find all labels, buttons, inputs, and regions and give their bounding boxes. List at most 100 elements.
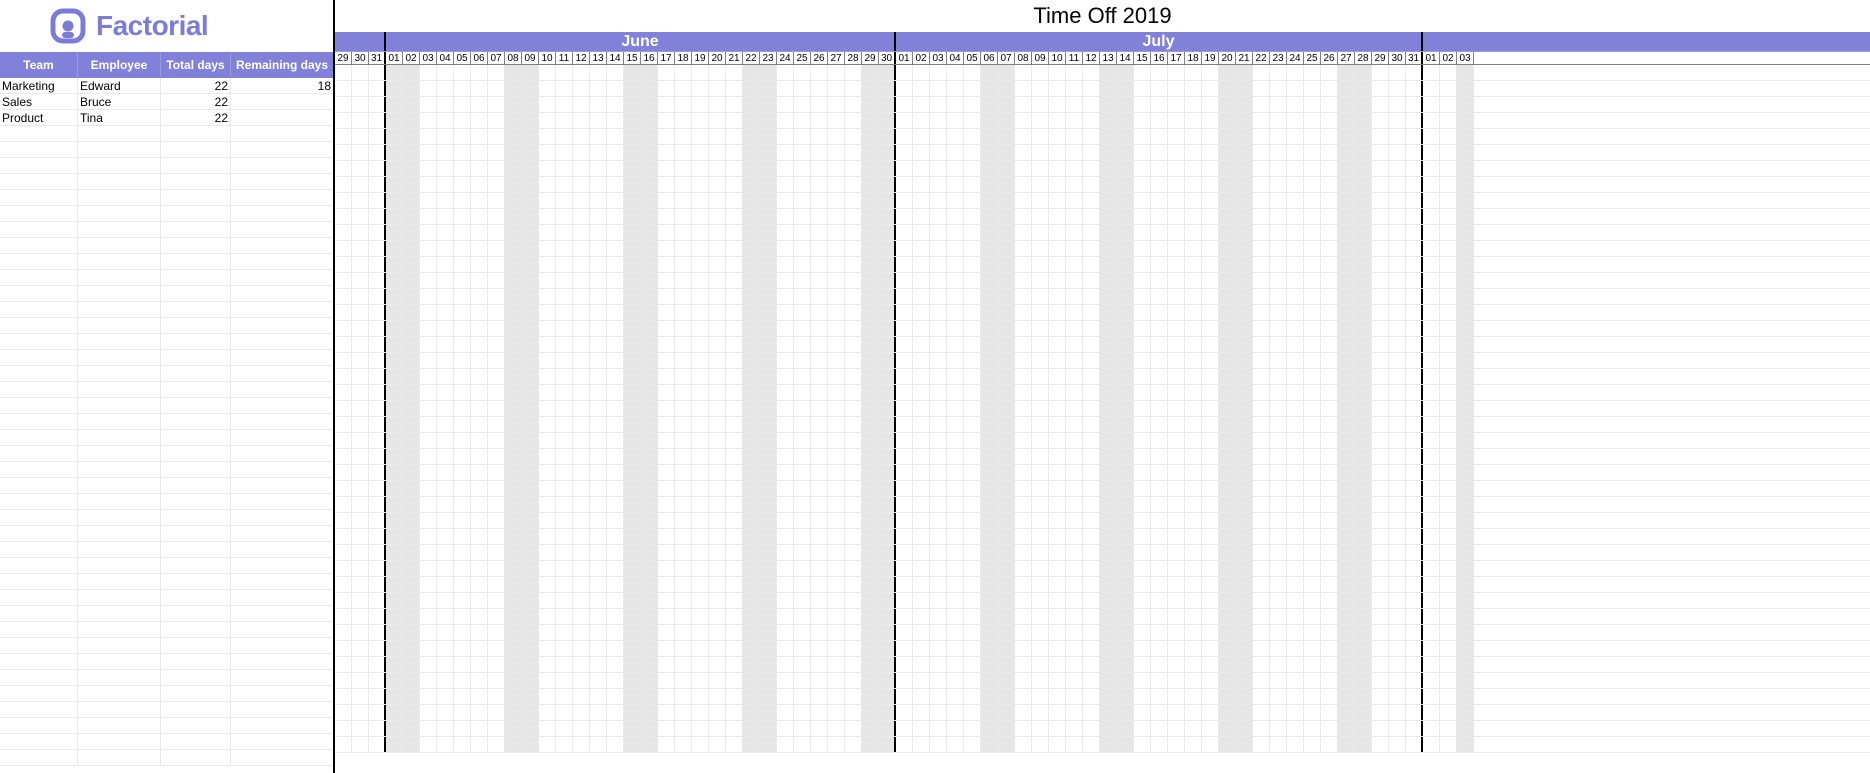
- calendar-cell[interactable]: [1389, 513, 1406, 528]
- calendar-cell[interactable]: [913, 193, 930, 208]
- table-row[interactable]: [0, 286, 333, 302]
- calendar-cell[interactable]: [1219, 305, 1236, 320]
- calendar-cell[interactable]: [964, 193, 981, 208]
- calendar-cell[interactable]: [1015, 289, 1032, 304]
- calendar-cell[interactable]: [1236, 337, 1253, 352]
- calendar-cell[interactable]: [386, 97, 403, 112]
- calendar-cell[interactable]: [1151, 609, 1168, 624]
- calendar-cell[interactable]: [386, 433, 403, 448]
- calendar-cell[interactable]: [624, 385, 641, 400]
- cell-employee[interactable]: [78, 238, 161, 253]
- calendar-cell[interactable]: [1389, 721, 1406, 736]
- calendar-cell[interactable]: [1321, 513, 1338, 528]
- calendar-cell[interactable]: [1270, 721, 1287, 736]
- calendar-cell[interactable]: [1083, 129, 1100, 144]
- calendar-cell[interactable]: [1134, 433, 1151, 448]
- calendar-cell[interactable]: [1304, 433, 1321, 448]
- calendar-cell[interactable]: [845, 321, 862, 336]
- calendar-cell[interactable]: [420, 449, 437, 464]
- calendar-cell[interactable]: [420, 241, 437, 256]
- calendar-cell[interactable]: [471, 337, 488, 352]
- calendar-cell[interactable]: [1049, 449, 1066, 464]
- calendar-cell[interactable]: [1287, 353, 1304, 368]
- calendar-cell[interactable]: [998, 449, 1015, 464]
- cell-total[interactable]: [161, 430, 231, 445]
- calendar-cell[interactable]: [641, 177, 658, 192]
- calendar-cell[interactable]: [403, 81, 420, 96]
- cell-team[interactable]: [0, 702, 78, 717]
- calendar-cell[interactable]: [811, 481, 828, 496]
- calendar-cell[interactable]: [539, 193, 556, 208]
- calendar-cell[interactable]: [403, 145, 420, 160]
- calendar-cell[interactable]: [1015, 353, 1032, 368]
- calendar-cell[interactable]: [556, 561, 573, 576]
- calendar-cell[interactable]: [998, 561, 1015, 576]
- calendar-cell[interactable]: [709, 737, 726, 752]
- calendar-cell[interactable]: [1287, 65, 1304, 80]
- calendar-cell[interactable]: [998, 305, 1015, 320]
- calendar-cell[interactable]: [1253, 209, 1270, 224]
- calendar-cell[interactable]: [1440, 513, 1457, 528]
- calendar-cell[interactable]: [471, 225, 488, 240]
- calendar-cell[interactable]: [624, 81, 641, 96]
- calendar-cell[interactable]: [726, 657, 743, 672]
- calendar-cell[interactable]: [1253, 545, 1270, 560]
- calendar-cell[interactable]: [1219, 545, 1236, 560]
- calendar-cell[interactable]: [1066, 433, 1083, 448]
- calendar-cell[interactable]: [845, 577, 862, 592]
- calendar-cell[interactable]: [1372, 273, 1389, 288]
- calendar-cell[interactable]: [624, 417, 641, 432]
- calendar-cell[interactable]: [981, 417, 998, 432]
- calendar-cell[interactable]: [896, 129, 913, 144]
- calendar-cell[interactable]: [624, 401, 641, 416]
- calendar-cell[interactable]: [1100, 97, 1117, 112]
- calendar-cell[interactable]: [624, 129, 641, 144]
- calendar-cell[interactable]: [1423, 417, 1440, 432]
- calendar-cell[interactable]: [1270, 177, 1287, 192]
- calendar-cell[interactable]: [641, 209, 658, 224]
- cell-remaining[interactable]: [231, 622, 333, 637]
- calendar-cell[interactable]: [403, 593, 420, 608]
- calendar-cell[interactable]: [828, 321, 845, 336]
- calendar-cell[interactable]: [1083, 385, 1100, 400]
- calendar-cell[interactable]: [1304, 689, 1321, 704]
- calendar-cell[interactable]: [386, 529, 403, 544]
- calendar-cell[interactable]: [454, 497, 471, 512]
- calendar-cell[interactable]: [471, 113, 488, 128]
- calendar-cell[interactable]: [369, 209, 386, 224]
- calendar-cell[interactable]: [641, 97, 658, 112]
- calendar-cell[interactable]: [1066, 321, 1083, 336]
- calendar-cell[interactable]: [1457, 385, 1474, 400]
- cell-remaining[interactable]: [231, 94, 333, 109]
- calendar-cell[interactable]: [335, 193, 352, 208]
- calendar-cell[interactable]: [1117, 577, 1134, 592]
- calendar-cell[interactable]: [709, 257, 726, 272]
- calendar-cell[interactable]: [1202, 513, 1219, 528]
- calendar-cell[interactable]: [675, 609, 692, 624]
- calendar-cell[interactable]: [386, 449, 403, 464]
- calendar-cell[interactable]: [505, 193, 522, 208]
- calendar-cell[interactable]: [505, 369, 522, 384]
- calendar-cell[interactable]: [1100, 417, 1117, 432]
- calendar-cell[interactable]: [692, 97, 709, 112]
- calendar-cell[interactable]: [879, 161, 896, 176]
- calendar-cell[interactable]: [1355, 529, 1372, 544]
- calendar-cell[interactable]: [1355, 497, 1372, 512]
- calendar-cell[interactable]: [1253, 369, 1270, 384]
- calendar-cell[interactable]: [760, 609, 777, 624]
- calendar-cell[interactable]: [1219, 529, 1236, 544]
- calendar-cell[interactable]: [369, 113, 386, 128]
- calendar-cell[interactable]: [1049, 289, 1066, 304]
- calendar-cell[interactable]: [1151, 577, 1168, 592]
- calendar-cell[interactable]: [488, 145, 505, 160]
- calendar-cell[interactable]: [624, 145, 641, 160]
- calendar-cell[interactable]: [1304, 97, 1321, 112]
- calendar-cell[interactable]: [1321, 673, 1338, 688]
- cell-team[interactable]: [0, 590, 78, 605]
- table-row[interactable]: [0, 398, 333, 414]
- calendar-cell[interactable]: [386, 625, 403, 640]
- calendar-cell[interactable]: [1032, 481, 1049, 496]
- calendar-cell[interactable]: [437, 737, 454, 752]
- calendar-cell[interactable]: [539, 337, 556, 352]
- calendar-cell[interactable]: [692, 65, 709, 80]
